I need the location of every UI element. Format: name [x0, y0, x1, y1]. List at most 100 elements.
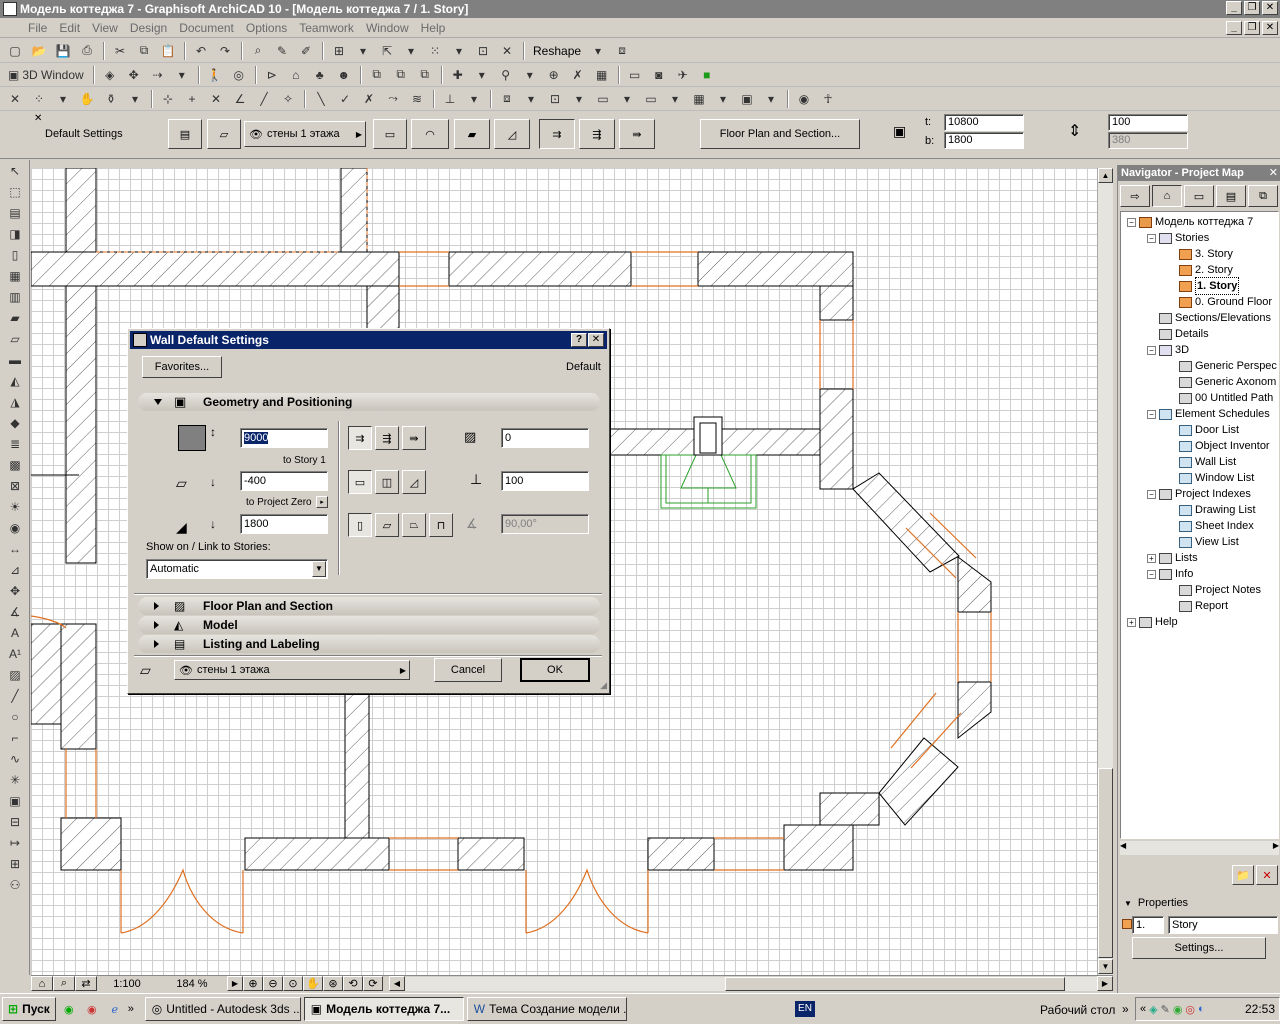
navigator-options-icon[interactable]: ⇨ [1120, 185, 1150, 207]
curved-wall-icon[interactable]: ◠ [411, 119, 449, 149]
curtain-tool-icon[interactable]: ▩ [2, 455, 28, 475]
tree-item[interactable]: 3. Story [1167, 246, 1233, 262]
drawing-tool-icon[interactable]: ⊟ [2, 812, 28, 832]
section-icon[interactable]: ⊳ [261, 65, 283, 85]
tree-item[interactable]: − Info [1147, 566, 1193, 582]
text-tool-icon[interactable]: A [2, 623, 28, 643]
eyedropper-icon[interactable]: ✎ [271, 41, 293, 61]
light-tool-icon[interactable]: ☀ [2, 497, 28, 517]
reshape-icon[interactable]: ⧈ [611, 41, 633, 61]
browser-icon[interactable]: ◉ [82, 1003, 102, 1016]
tree-item[interactable]: + Help [1127, 614, 1178, 630]
vertical-wall-icon[interactable]: ▯ [348, 513, 372, 537]
tree-icon[interactable]: ♣ [309, 65, 331, 85]
language-indicator[interactable]: EN [795, 1001, 815, 1017]
ref-inside-icon[interactable]: ⇛ [402, 426, 426, 450]
trim-icon[interactable]: ⊥ [439, 89, 461, 109]
dialog-layer-select[interactable]: 👁 стены 1 этажа ▶ [174, 660, 410, 680]
scroll-right-icon[interactable]: ▶ [1273, 841, 1279, 850]
syringe-icon[interactable]: ✐ [295, 41, 317, 61]
cancel-button[interactable]: Cancel [434, 658, 502, 682]
listing-labeling-panel-header[interactable]: ▤ Listing and Labeling [138, 635, 600, 653]
menu-design[interactable]: Design [124, 21, 173, 35]
animation-icon[interactable]: ✈ [672, 65, 694, 85]
menu-options[interactable]: Options [240, 21, 293, 35]
more-icon[interactable]: » [1122, 1002, 1129, 1016]
reshape-menu[interactable]: Reshape [529, 44, 585, 58]
expand-icon[interactable]: + [1147, 553, 1156, 563]
dropdown-icon[interactable]: ▾ [616, 89, 638, 109]
trapezoid-wall-icon[interactable]: ▰ [454, 119, 490, 149]
cut-icon[interactable]: ✂ [109, 41, 131, 61]
hand-icon[interactable]: ✋ [303, 976, 323, 991]
tree-item[interactable]: Generic Perspec [1167, 358, 1277, 374]
globe-icon[interactable]: ◉ [793, 89, 815, 109]
label-tool-icon[interactable]: A¹ [2, 644, 28, 664]
circle-tool-icon[interactable]: ○ [2, 707, 28, 727]
elevation-tool-icon[interactable]: ⊞ [2, 854, 28, 874]
frame-icon[interactable]: ▭ [592, 89, 614, 109]
house-icon[interactable]: ⌂ [285, 65, 307, 85]
b-value-field[interactable]: 1800 [944, 132, 1024, 149]
infobox-close-icon[interactable]: ✕ [34, 113, 42, 157]
slab-tool-icon[interactable]: ▬ [2, 350, 28, 370]
scroll-left-icon[interactable]: ◀ [1120, 841, 1126, 850]
restore-button[interactable]: ❐ [1244, 1, 1260, 15]
view-map-tab-icon[interactable]: ▭ [1184, 185, 1214, 207]
node-icon[interactable]: ✧ [277, 89, 299, 109]
window-tool-icon[interactable]: ▯ [2, 245, 28, 265]
hotspot-tool-icon[interactable]: ✳ [2, 770, 28, 790]
check-icon[interactable]: ✓ [334, 89, 356, 109]
lock-icon[interactable]: ⊡ [544, 89, 566, 109]
line-icon[interactable]: ╱ [253, 89, 275, 109]
pan-icon[interactable]: ⇄ [75, 976, 97, 991]
minimize-button[interactable]: _ [1226, 1, 1242, 15]
trapezoid-wall-icon[interactable]: ◫ [375, 470, 399, 494]
wall-height-field[interactable]: 100 [1108, 114, 1188, 131]
dots-icon[interactable]: ⁘ [28, 89, 50, 109]
render-icon[interactable]: ✚ [447, 65, 469, 85]
arrow-tool-icon[interactable]: ↖ [2, 161, 28, 181]
favorites-button[interactable]: Favorites... [142, 356, 222, 378]
paste-icon[interactable]: 📋 [157, 41, 179, 61]
grid-icon[interactable]: ⁙ [424, 41, 446, 61]
doc-close-button[interactable]: ✕ [1262, 21, 1278, 35]
marker-icon[interactable]: ⚲ [495, 65, 517, 85]
save-icon[interactable]: 💾 [52, 41, 74, 61]
layers2-icon[interactable]: ⧉ [390, 65, 412, 85]
group-icon[interactable]: ⧈ [496, 89, 518, 109]
properties-header[interactable]: ▼ Properties [1124, 897, 1188, 909]
column-tool-icon[interactable]: ▰ [2, 308, 28, 328]
scroll-thumb[interactable] [1098, 768, 1113, 958]
scroll-down-icon[interactable]: ▼ [1098, 959, 1113, 974]
dropdown-icon[interactable]: ▾ [352, 41, 374, 61]
detail-tool-icon[interactable]: ⚇ [2, 875, 28, 895]
dropdown-icon[interactable]: ▾ [520, 89, 542, 109]
undo-icon[interactable]: ↶ [190, 41, 212, 61]
dropdown-icon[interactable]: ▾ [171, 65, 193, 85]
fill-tool-icon[interactable]: ▨ [2, 665, 28, 685]
split-icon[interactable]: ✗ [358, 89, 380, 109]
zoom-value[interactable]: 184 % [157, 978, 227, 990]
next-zoom-icon[interactable]: ⟳ [363, 976, 383, 991]
menu-teamwork[interactable]: Teamwork [293, 21, 360, 35]
tree-item[interactable]: Object Inventor [1167, 438, 1270, 454]
tools-icon[interactable]: ✗ [567, 65, 589, 85]
layers-icon[interactable]: ⧉ [366, 65, 388, 85]
cube-icon[interactable]: ◈ [99, 65, 121, 85]
dropdown-icon[interactable]: ▾ [760, 89, 782, 109]
marquee-tool-icon[interactable]: ⬚ [2, 182, 28, 202]
snap-icon[interactable]: ⊞ [328, 41, 350, 61]
window-3d-button[interactable]: ▣ 3D Window [4, 65, 88, 85]
open-icon[interactable]: 📂 [28, 41, 50, 61]
table-icon[interactable]: ▦ [688, 89, 710, 109]
dialog-help-button[interactable]: ? [571, 333, 587, 347]
quicklaunch-icon[interactable]: ◉ [59, 1003, 79, 1016]
t-value-field[interactable]: 10800 [944, 114, 1024, 131]
tree-item[interactable]: Report [1167, 598, 1228, 614]
ref-line-outside-icon[interactable]: ⇉ [539, 119, 575, 149]
horizontal-scroll-track[interactable] [405, 976, 1097, 991]
navigate-icon[interactable]: ⇢ [147, 65, 169, 85]
figure-tool-icon[interactable]: ▣ [2, 791, 28, 811]
ref-height-field[interactable]: 100 [501, 471, 589, 491]
